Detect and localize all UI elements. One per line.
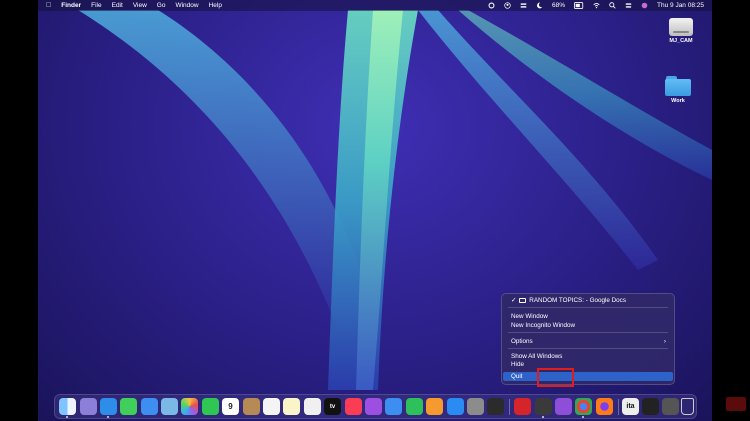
finder-icon[interactable] [59,398,76,415]
desktop-icon-mj-cam[interactable]: MJ_CAM [659,18,703,44]
mail-icon[interactable] [141,398,158,415]
wallpaper-beam-right [418,10,658,270]
menu-separator [508,307,668,308]
calendar-icon[interactable]: 9 [222,398,239,415]
menu-item-new-incognito-window[interactable]: New Incognito Window [511,321,668,330]
chrome-icon[interactable] [575,398,592,415]
freeform-icon[interactable] [304,398,321,415]
user-icon[interactable] [504,2,511,9]
menu-item-options[interactable]: Options › [511,337,668,346]
firefox-icon[interactable] [596,398,613,415]
siri-icon[interactable] [641,2,648,9]
menu-item-label: RANDOM TOPICS: - Google Docs [529,297,626,304]
menu-file[interactable]: File [91,2,101,9]
drive-icon [669,18,693,36]
menu-item-label: Options [511,338,533,345]
menu-go[interactable]: Go [157,2,166,9]
reminders-icon[interactable] [263,398,280,415]
maps-icon[interactable] [161,398,178,415]
podcasts-icon[interactable] [365,398,382,415]
battery-icon[interactable] [574,2,584,9]
menu-edit[interactable]: Edit [112,2,123,9]
desktop-icon-label: Work [671,98,685,104]
obs-icon[interactable] [535,398,552,415]
dock-context-menu: ✓ RANDOM TOPICS: - Google Docs New Windo… [501,293,675,385]
running-indicator [542,416,544,418]
apple-tv-icon[interactable]: tv [324,398,341,415]
desktop-icon-label: MJ_CAM [669,38,693,44]
window-icon [519,298,527,303]
menu-separator [508,332,668,333]
numbers-icon[interactable] [406,398,423,415]
screen:  Finder File Edit View Go Window Help 6… [0,0,750,421]
pages-icon[interactable] [426,398,443,415]
safari-icon[interactable] [100,398,117,415]
channel-logo-icon [726,397,746,411]
stack-icon[interactable] [520,2,527,9]
running-indicator [66,416,68,418]
trash-icon[interactable] [681,398,694,415]
menu-item-hide[interactable]: Hide [511,360,668,369]
menu-item-quit[interactable]: Quit [503,372,673,381]
contacts-icon[interactable] [243,398,260,415]
clock[interactable]: Thu 9 Jan 08:25 [657,2,704,9]
music-icon[interactable] [345,398,362,415]
apple-icon[interactable]:  [46,2,51,9]
search-icon[interactable] [609,2,616,9]
system-settings-icon[interactable] [467,398,484,415]
menu-help[interactable]: Help [209,2,222,9]
menu-separator [508,348,668,349]
menu-view[interactable]: View [133,2,147,9]
moon-icon[interactable] [536,2,543,9]
menu-item-new-window[interactable]: New Window [511,312,668,321]
control-center-icon[interactable] [625,2,632,9]
battery-percent: 68% [552,2,566,9]
anydesk-icon[interactable] [514,398,531,415]
chevron-right-icon: › [663,338,666,345]
dock: 9 tv ita [54,394,697,419]
wifi-icon[interactable] [593,2,600,9]
iphone-mirroring-icon[interactable] [487,398,504,415]
desktop-icon-work[interactable]: Work [656,76,700,104]
ita-icon[interactable]: ita [622,398,639,415]
messages-icon[interactable] [120,398,137,415]
notes-icon[interactable] [283,398,300,415]
menu-app-name[interactable]: Finder [61,2,81,9]
menu-bar:  Finder File Edit View Go Window Help 6… [38,0,712,11]
photos-icon[interactable] [181,398,198,415]
dock-separator [618,399,619,415]
running-indicator [107,416,109,418]
facetime-icon[interactable] [202,398,219,415]
launchpad-icon[interactable] [80,398,97,415]
dock-separator [509,399,510,415]
recent-item-icon[interactable] [642,398,659,415]
app-store-icon[interactable] [447,398,464,415]
downloads-stack-icon[interactable] [662,398,679,415]
menu-window[interactable]: Window [175,2,198,9]
folder-icon [665,76,691,96]
checkmark-icon: ✓ [511,297,517,304]
affinity-icon[interactable] [555,398,572,415]
gear-icon[interactable] [488,2,495,9]
running-indicator [582,416,584,418]
annotation-highlight-box [537,368,574,387]
menu-item-window[interactable]: ✓ RANDOM TOPICS: - Google Docs [511,296,668,305]
keynote-icon[interactable] [385,398,402,415]
